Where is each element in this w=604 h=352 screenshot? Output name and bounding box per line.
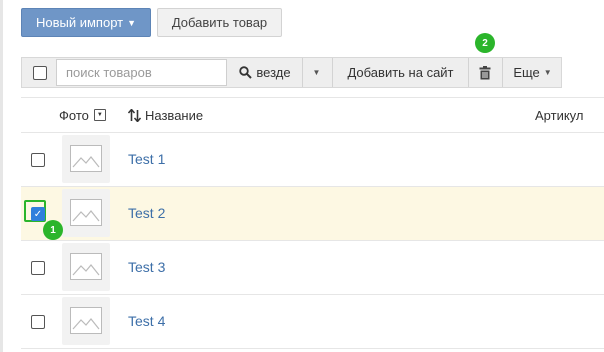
trash-icon	[479, 65, 491, 79]
new-import-button[interactable]: Новый импорт ▼	[21, 8, 151, 37]
sort-icon	[128, 108, 141, 122]
caret-down-icon: ▼	[127, 18, 137, 28]
row-checkbox[interactable]: ✓	[31, 207, 45, 221]
caret-down-icon: ▼	[543, 68, 552, 77]
table-row[interactable]: Test 4	[21, 295, 604, 349]
column-sku[interactable]: Артикул	[535, 98, 583, 132]
table-row[interactable]: ✓ Test 2	[21, 187, 604, 241]
more-label: Еще	[513, 65, 540, 80]
product-name-link[interactable]: Test 3	[128, 259, 165, 275]
column-photo[interactable]: Фото ▼	[59, 98, 106, 132]
product-thumbnail[interactable]	[62, 189, 110, 237]
caret-down-icon: ▼	[312, 68, 321, 77]
more-menu-button[interactable]: Еще ▼	[502, 58, 562, 87]
product-name-link[interactable]: Test 4	[128, 313, 165, 329]
table-row[interactable]: Test 1	[21, 133, 604, 187]
row-checkbox[interactable]	[31, 153, 45, 167]
search-scope-dropdown[interactable]: ▼	[302, 58, 330, 87]
step-marker-2: 2	[475, 33, 495, 53]
search-scope-label: везде	[256, 65, 291, 80]
search-icon	[239, 66, 253, 79]
add-to-site-button[interactable]: Добавить на сайт	[332, 58, 468, 87]
product-thumbnail[interactable]	[62, 135, 110, 183]
new-import-label: Новый импорт	[35, 15, 124, 30]
row-checkbox[interactable]	[31, 261, 45, 275]
step-marker-1: 1	[43, 220, 63, 240]
column-name[interactable]: Название	[128, 98, 203, 132]
row-checkbox[interactable]	[31, 315, 45, 329]
product-thumbnail[interactable]	[62, 297, 110, 345]
page-left-border	[0, 0, 3, 352]
checkmark-icon: ✓	[33, 208, 43, 220]
product-thumbnail[interactable]	[62, 243, 110, 291]
table-header: Фото ▼ Название Артикул	[21, 97, 604, 133]
image-placeholder-icon	[70, 145, 102, 172]
image-placeholder-icon	[70, 307, 102, 334]
image-placeholder-icon	[70, 199, 102, 226]
dropdown-box-icon[interactable]: ▼	[93, 109, 106, 121]
search-button[interactable]: везде	[230, 58, 300, 87]
column-photo-label: Фото	[59, 107, 89, 123]
search-input[interactable]	[56, 59, 227, 86]
table-row[interactable]: Test 3	[21, 241, 604, 295]
delete-button[interactable]	[468, 58, 501, 87]
product-toolbar: везде ▼ Добавить на сайт Еще ▼	[21, 57, 562, 88]
column-name-label: Название	[145, 107, 204, 123]
product-name-link[interactable]: Test 1	[128, 151, 165, 167]
add-product-button[interactable]: Добавить товар	[157, 8, 282, 37]
select-all-checkbox[interactable]	[33, 66, 47, 80]
image-placeholder-icon	[70, 253, 102, 280]
product-name-link[interactable]: Test 2	[128, 205, 165, 221]
